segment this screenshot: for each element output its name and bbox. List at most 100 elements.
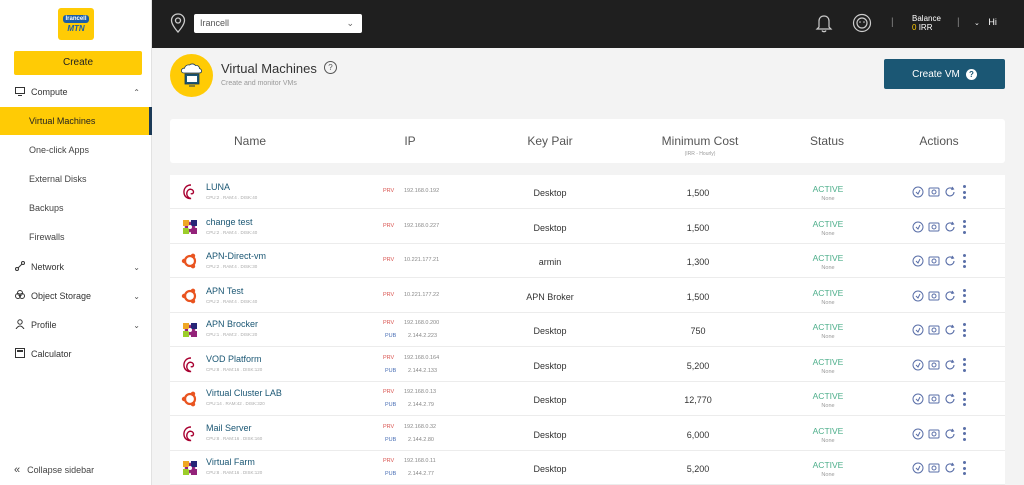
- sidebar-item-object-storage[interactable]: Object Storage ⌄: [0, 282, 152, 310]
- refresh-icon[interactable]: [944, 462, 960, 474]
- user-menu[interactable]: ⌄ Hi: [974, 17, 997, 27]
- console-icon[interactable]: [912, 428, 928, 440]
- sidebar-item-compute[interactable]: Compute ⌃: [0, 78, 152, 106]
- vm-specs: CPU:14 . RAM:42 . DISK:320: [206, 401, 265, 406]
- sidebar-item-label: Profile: [31, 320, 57, 330]
- console-icon[interactable]: [912, 221, 928, 233]
- table-row[interactable]: change test CPU:2 . RAM:4 . DISK:40 PRV 192…: [170, 210, 1005, 244]
- row-actions: [912, 323, 966, 337]
- row-actions: [912, 219, 966, 234]
- more-options-icon[interactable]: [962, 254, 966, 268]
- centos-icon: [180, 458, 200, 478]
- chevron-down-icon: ⌄: [133, 320, 140, 330]
- refresh-icon[interactable]: [944, 186, 960, 198]
- snapshot-icon[interactable]: [928, 324, 944, 336]
- snapshot-icon[interactable]: [928, 359, 944, 371]
- support-icon[interactable]: [852, 13, 872, 33]
- sidebar-subitem-firewalls[interactable]: Firewalls: [0, 223, 152, 251]
- table-row[interactable]: Virtual Cluster LAB CPU:14 . RAM:42 . DIS…: [170, 382, 1005, 416]
- vm-name-link[interactable]: VOD Platform: [206, 354, 262, 364]
- refresh-icon[interactable]: [944, 255, 960, 267]
- refresh-icon[interactable]: [944, 428, 960, 440]
- console-icon[interactable]: [912, 186, 928, 198]
- console-icon[interactable]: [912, 359, 928, 371]
- more-options-icon[interactable]: [962, 323, 966, 337]
- private-ip-tag: PRV: [383, 257, 395, 263]
- vm-specs: CPU:1 . RAM:2 . DISK:20: [206, 332, 258, 337]
- snapshot-icon[interactable]: [928, 462, 944, 474]
- create-vm-button[interactable]: Create VM ?: [884, 59, 1005, 89]
- irancell-logo[interactable]: Irancell MTN: [58, 8, 94, 40]
- private-ip: 192.168.0.32: [404, 423, 437, 430]
- table-row[interactable]: APN Test CPU:2 . RAM:4 . DISK:40 PRV 10.221…: [170, 279, 1005, 313]
- vm-name-link[interactable]: APN Test: [206, 286, 243, 296]
- vm-name-link[interactable]: change test: [206, 217, 253, 227]
- snapshot-icon[interactable]: [928, 255, 944, 267]
- vm-name-link[interactable]: APN Brocker: [206, 319, 258, 329]
- private-ip: 10.221.177.22: [404, 291, 440, 298]
- more-options-icon[interactable]: [962, 392, 966, 406]
- vm-name-link[interactable]: Mail Server: [206, 423, 252, 433]
- snapshot-icon[interactable]: [928, 186, 944, 198]
- row-actions: [912, 426, 966, 441]
- vm-specs: CPU:2 . RAM:4 . DISK:30: [206, 264, 258, 269]
- refresh-icon[interactable]: [944, 324, 960, 336]
- snapshot-icon[interactable]: [928, 428, 944, 440]
- table-row[interactable]: Mail Server CPU:8 . RAM:16 . DISK:160 PRV 1…: [170, 417, 1005, 451]
- vm-name-link[interactable]: LUNA: [206, 182, 230, 192]
- sidebar-subitem-virtual-machines[interactable]: Virtual Machines: [0, 107, 152, 135]
- private-ip: 10.221.177.21: [404, 257, 440, 263]
- console-icon[interactable]: [912, 255, 928, 267]
- collapse-sidebar-label: Collapse sidebar: [27, 465, 95, 475]
- region-select[interactable]: Irancell ⌄: [194, 14, 362, 33]
- more-options-icon[interactable]: [962, 219, 966, 234]
- location-pin-icon: [170, 13, 186, 33]
- sidebar-item-profile[interactable]: Profile ⌄: [0, 311, 152, 339]
- table-row[interactable]: LUNA CPU:2 . RAM:4 . DISK:40 PRV 192.168.0.…: [170, 175, 1005, 209]
- more-options-icon[interactable]: [962, 288, 966, 303]
- table-row[interactable]: VOD Platform CPU:8 . RAM:16 . DISK:120 PRV…: [170, 348, 1005, 382]
- more-options-icon[interactable]: [962, 426, 966, 441]
- console-icon[interactable]: [912, 324, 928, 336]
- more-options-icon[interactable]: [962, 357, 966, 372]
- keypair-value: Desktop: [533, 188, 567, 198]
- logo-bottom-text: MTN: [67, 24, 85, 33]
- vm-name-link[interactable]: APN-Direct-vm: [206, 251, 266, 261]
- refresh-icon[interactable]: [944, 290, 960, 302]
- sidebar-item-calculator[interactable]: Calculator: [0, 340, 152, 368]
- table-row[interactable]: APN-Direct-vm CPU:2 . RAM:4 . DISK:30 PRV 1…: [170, 244, 1005, 278]
- vm-name-link[interactable]: Virtual Cluster LAB: [206, 388, 282, 398]
- row-actions: [912, 392, 966, 406]
- ubuntu-icon: [180, 251, 200, 271]
- public-ip-tag: PUB: [385, 436, 397, 443]
- debian-icon: [180, 355, 200, 375]
- collapse-sidebar-button[interactable]: « Collapse sidebar: [14, 464, 94, 476]
- sidebar-subitem-backups[interactable]: Backups: [0, 194, 152, 222]
- sidebar-subitem-external-disks[interactable]: External Disks: [0, 165, 152, 193]
- more-options-icon[interactable]: [962, 461, 966, 475]
- balance-amount: 0: [912, 23, 917, 32]
- snapshot-icon[interactable]: [928, 221, 944, 233]
- cost-value: 5,200: [686, 360, 710, 371]
- create-button[interactable]: Create: [14, 51, 142, 75]
- refresh-icon[interactable]: [944, 359, 960, 371]
- bell-icon[interactable]: [815, 13, 833, 33]
- table-row[interactable]: Virtual Farm CPU:8 . RAM:16 . DISK:120 PRV…: [170, 451, 1005, 485]
- chevron-down-icon: ⌄: [133, 262, 140, 272]
- snapshot-icon[interactable]: [928, 393, 944, 405]
- sidebar-subitem-one-click-apps[interactable]: One-click Apps: [0, 136, 152, 164]
- table-row[interactable]: APN Brocker CPU:1 . RAM:2 . DISK:20 PRV 192…: [170, 313, 1005, 347]
- console-icon[interactable]: [912, 393, 928, 405]
- console-icon[interactable]: [912, 462, 928, 474]
- vm-name-link[interactable]: Virtual Farm: [206, 457, 255, 467]
- snapshot-icon[interactable]: [928, 290, 944, 302]
- sidebar-item-network[interactable]: Network ⌄: [0, 253, 152, 281]
- help-icon[interactable]: ?: [324, 61, 337, 74]
- refresh-icon[interactable]: [944, 221, 960, 233]
- chevron-down-icon: ⌄: [346, 18, 354, 28]
- user-icon: [14, 319, 26, 331]
- refresh-icon[interactable]: [944, 393, 960, 405]
- more-options-icon[interactable]: [962, 185, 966, 199]
- console-icon[interactable]: [912, 290, 928, 302]
- keypair-value: Desktop: [533, 395, 567, 405]
